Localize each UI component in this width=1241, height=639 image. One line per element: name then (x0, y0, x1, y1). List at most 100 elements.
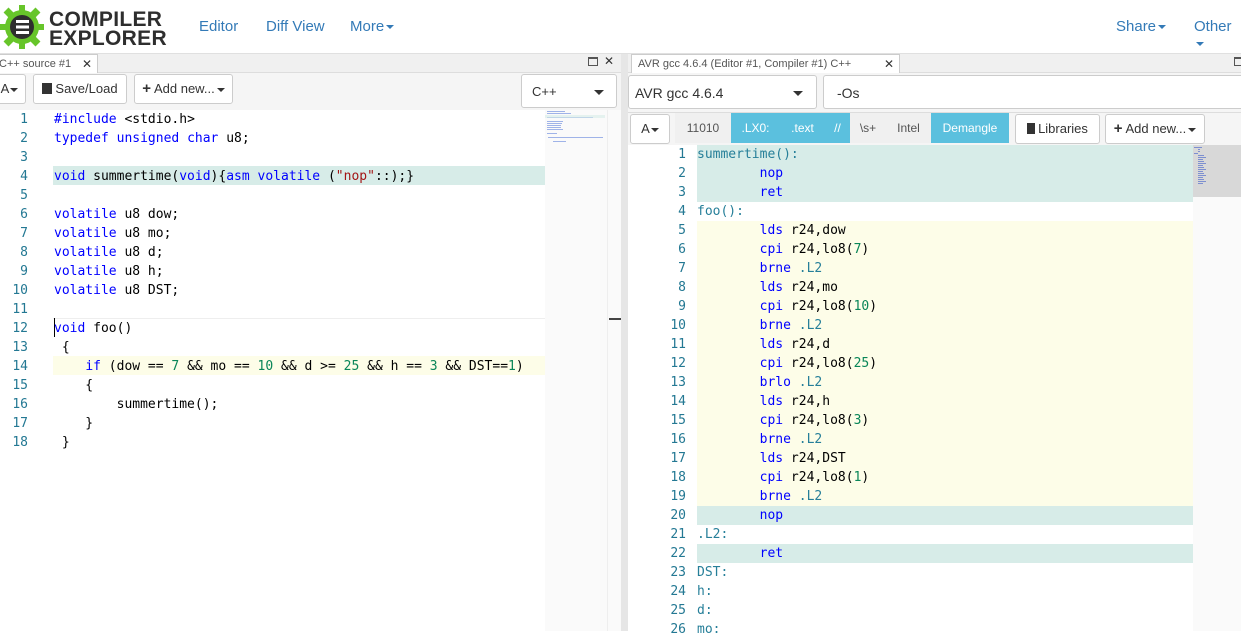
compiler-toolbar: AVR gcc 4.6.4 -Os (628, 73, 1241, 113)
asm-line: lds r24,h (759, 394, 831, 409)
line-number: 13 (670, 375, 686, 390)
compiler-explorer-logo[interactable]: COMPILER EXPLORER (0, 4, 167, 50)
close-pane-icon[interactable]: ✕ (604, 54, 614, 68)
line-number: 8 (678, 280, 686, 295)
line-number: 15 (670, 413, 686, 428)
nav-more[interactable]: More (350, 18, 395, 35)
asm-line: foo(): (697, 204, 744, 219)
nav-share-label: Share (1116, 18, 1157, 35)
add-new-button[interactable]: + Add new... (1105, 114, 1205, 144)
chevron-down-icon (386, 25, 395, 30)
line-number: 22 (670, 546, 686, 561)
font-size-label: A (0, 81, 10, 96)
line-number: 20 (670, 508, 686, 523)
font-size-button[interactable]: A (0, 74, 26, 104)
right-pane-header: AVR gcc 4.6.4 (Editor #1, Compiler #1) C… (628, 54, 1241, 73)
asm-line: ret (759, 185, 784, 200)
pane-splitter[interactable] (621, 54, 628, 631)
tab-compiler-output[interactable]: AVR gcc 4.6.4 (Editor #1, Compiler #1) C… (631, 54, 900, 73)
code-line: { (54, 340, 70, 355)
line-number: 10 (12, 283, 28, 298)
minimap-preview (545, 110, 607, 150)
line-number: 18 (670, 470, 686, 485)
asm-line: brne .L2 (759, 489, 823, 504)
filters-toolbar: A 11010 .LX0: .text // \s+ Intel Demangl… (628, 113, 1241, 145)
source-minimap[interactable] (545, 110, 607, 631)
chevron-down-icon (1196, 42, 1204, 47)
line-number: 12 (670, 356, 686, 371)
line-number: 16 (670, 432, 686, 447)
line-number: 12 (12, 321, 28, 336)
filter-comments[interactable]: // (825, 113, 850, 143)
line-number: 5 (20, 188, 28, 203)
asm-line: .L2: (697, 527, 729, 542)
tab-title: AVR gcc 4.6.4 (Editor #1, Compiler #1) C… (638, 58, 852, 70)
compiler-select[interactable]: AVR gcc 4.6.4 (628, 75, 817, 109)
line-number: 7 (678, 261, 686, 276)
asm-line: cpi r24,lo8(25) (759, 356, 878, 371)
add-new-button[interactable]: + Add new... (134, 74, 233, 104)
maximize-icon[interactable] (1234, 57, 1241, 66)
line-number: 5 (678, 223, 686, 238)
line-number: 9 (20, 264, 28, 279)
chevron-down-icon (594, 90, 604, 95)
line-number: 6 (678, 242, 686, 257)
line-number: 1 (678, 147, 686, 162)
code-line: volatile u8 h; (54, 264, 164, 279)
line-number: 23 (670, 565, 686, 580)
close-icon[interactable]: ✕ (82, 55, 92, 73)
font-size-label: A (641, 121, 650, 136)
line-number: 1 (20, 112, 28, 127)
language-select[interactable]: C++ (521, 74, 617, 108)
asm-line: cpi r24,lo8(3) (759, 413, 870, 428)
libraries-button[interactable]: Libraries (1015, 114, 1100, 144)
asm-line: lds r24,d (759, 337, 831, 352)
code-line: volatile u8 d; (54, 245, 164, 260)
filter-labels[interactable]: .LX0: (731, 113, 780, 143)
code-line: summertime(); (54, 397, 219, 412)
asm-line: lds r24,dow (759, 223, 846, 238)
filter-intel[interactable]: Intel (886, 113, 931, 143)
asm-line: cpi r24,lo8(1) (759, 470, 870, 485)
asm-output[interactable]: 1 2 3 4 5 6 7 8 9 10 11 12 13 14 15 16 17 18 19 20 21 22 23 24 2… (628, 145, 1193, 637)
source-scrollbar[interactable] (607, 110, 622, 631)
left-pane-header: C++ source #1 ✕ ✕ (0, 54, 621, 73)
code-line: } (54, 435, 70, 450)
source-editor[interactable]: 1 2 3 4 5 6 7 8 9 10 11 12 13 14 15 16 17 18 #include <st… (0, 110, 545, 631)
line-number: 14 (12, 359, 28, 374)
nav-editor[interactable]: Editor (199, 18, 238, 35)
chevron-down-icon (10, 87, 19, 92)
chevron-down-icon (1158, 25, 1167, 30)
line-number: 13 (12, 340, 28, 355)
compiler-options-input[interactable]: -Os (823, 75, 1241, 109)
asm-line: nop (759, 508, 784, 523)
line-number: 16 (12, 397, 28, 412)
nav-other[interactable]: Other (1194, 18, 1241, 52)
line-number: 18 (12, 435, 28, 450)
filter-directives[interactable]: .text (780, 113, 825, 143)
close-icon[interactable]: ✕ (884, 55, 894, 73)
asm-line: brlo .L2 (759, 375, 823, 390)
language-label: C++ (532, 84, 557, 99)
nav-share[interactable]: Share (1116, 18, 1167, 35)
compiler-label: AVR gcc 4.6.4 (635, 85, 724, 101)
asm-line: mo: (697, 622, 721, 637)
maximize-icon[interactable] (588, 57, 598, 66)
filter-binary[interactable]: 11010 (675, 113, 731, 143)
save-load-button[interactable]: Save/Load (33, 74, 127, 104)
nav-more-label: More (350, 18, 385, 35)
nav-diff-view[interactable]: Diff View (266, 18, 325, 35)
asm-line: lds r24,mo (759, 280, 838, 295)
minimap-preview (1194, 147, 1206, 184)
line-number: 17 (670, 451, 686, 466)
font-size-button[interactable]: A (630, 114, 670, 144)
line-number: 11 (670, 337, 686, 352)
asm-minimap[interactable] (1193, 145, 1241, 631)
tab-cpp-source[interactable]: C++ source #1 ✕ (0, 54, 98, 73)
line-number: 21 (670, 527, 686, 542)
line-number: 25 (670, 603, 686, 618)
asm-line: h: (697, 584, 713, 599)
line-number: 7 (20, 226, 28, 241)
filter-whitespace[interactable]: \s+ (850, 113, 886, 143)
filter-demangle[interactable]: Demangle (931, 113, 1009, 143)
